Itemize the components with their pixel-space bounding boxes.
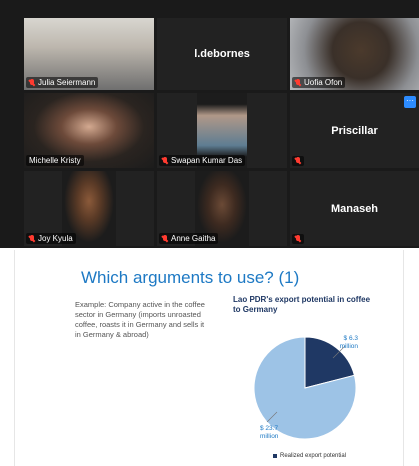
participant-name: Priscillar	[331, 124, 378, 137]
participant-label: Swapan Kumar Das	[159, 155, 246, 166]
pie-data-label: $ 23.7 million	[260, 425, 279, 440]
legend-swatch	[273, 454, 277, 458]
participant-tile[interactable]: Joy Kyula	[24, 171, 154, 246]
participant-label: Joy Kyula	[26, 233, 76, 244]
participant-label: Anne Gaitha	[159, 233, 219, 244]
video-grid: Julia Seiermann l.debornes Uofia Ofon Mi…	[0, 0, 419, 248]
chart-title: Lao PDR's export potential in coffee to …	[233, 295, 371, 314]
shared-slide: Which arguments to use? (1) Example: Com…	[14, 250, 404, 466]
mic-muted-icon	[29, 234, 35, 243]
participant-tile[interactable]: Uofia Ofon	[290, 18, 419, 90]
mic-muted-icon	[295, 157, 301, 165]
mic-muted-icon	[295, 78, 301, 87]
participant-name: Uofia Ofon	[304, 78, 343, 87]
participant-tile[interactable]: ··· Priscillar	[290, 93, 419, 168]
participant-name: Joy Kyula	[38, 234, 73, 243]
participant-tile[interactable]: Julia Seiermann	[24, 18, 154, 90]
participant-label: Michelle Kristy	[26, 155, 84, 166]
participant-tile[interactable]: Swapan Kumar Das	[157, 93, 287, 168]
participant-tile-active-speaker[interactable]: Michelle Kristy	[24, 93, 154, 168]
slide-title: Which arguments to use? (1)	[81, 268, 300, 287]
participant-tile[interactable]: l.debornes	[157, 18, 287, 90]
more-options-button[interactable]: ···	[404, 96, 416, 108]
participant-label: Julia Seiermann	[26, 77, 99, 88]
participant-tile[interactable]: Anne Gaitha	[157, 171, 287, 246]
participant-name: Anne Gaitha	[171, 234, 216, 243]
participant-label	[292, 234, 304, 244]
participant-name: l.debornes	[194, 48, 250, 60]
pie-data-label: $ 6.3 million	[340, 335, 359, 350]
mic-muted-icon	[162, 156, 168, 165]
legend-label: Realized export potential	[280, 453, 347, 459]
slide-body-text: Example: Company active in the coffee se…	[75, 300, 205, 339]
pie-chart: $ 6.3 million $ 23.7 million	[253, 335, 359, 440]
mic-muted-icon	[162, 234, 168, 243]
participant-name: Julia Seiermann	[38, 78, 96, 87]
chart-legend: Realized export potential	[273, 453, 346, 459]
mic-muted-icon	[295, 235, 301, 243]
participant-label	[292, 156, 304, 166]
mic-muted-icon	[29, 78, 35, 87]
participant-name: Michelle Kristy	[29, 156, 81, 165]
participant-tile[interactable]: Manaseh	[290, 171, 419, 246]
participant-name: Swapan Kumar Das	[171, 156, 243, 165]
participant-label: Uofia Ofon	[292, 77, 346, 88]
participant-name: Manaseh	[330, 202, 379, 215]
